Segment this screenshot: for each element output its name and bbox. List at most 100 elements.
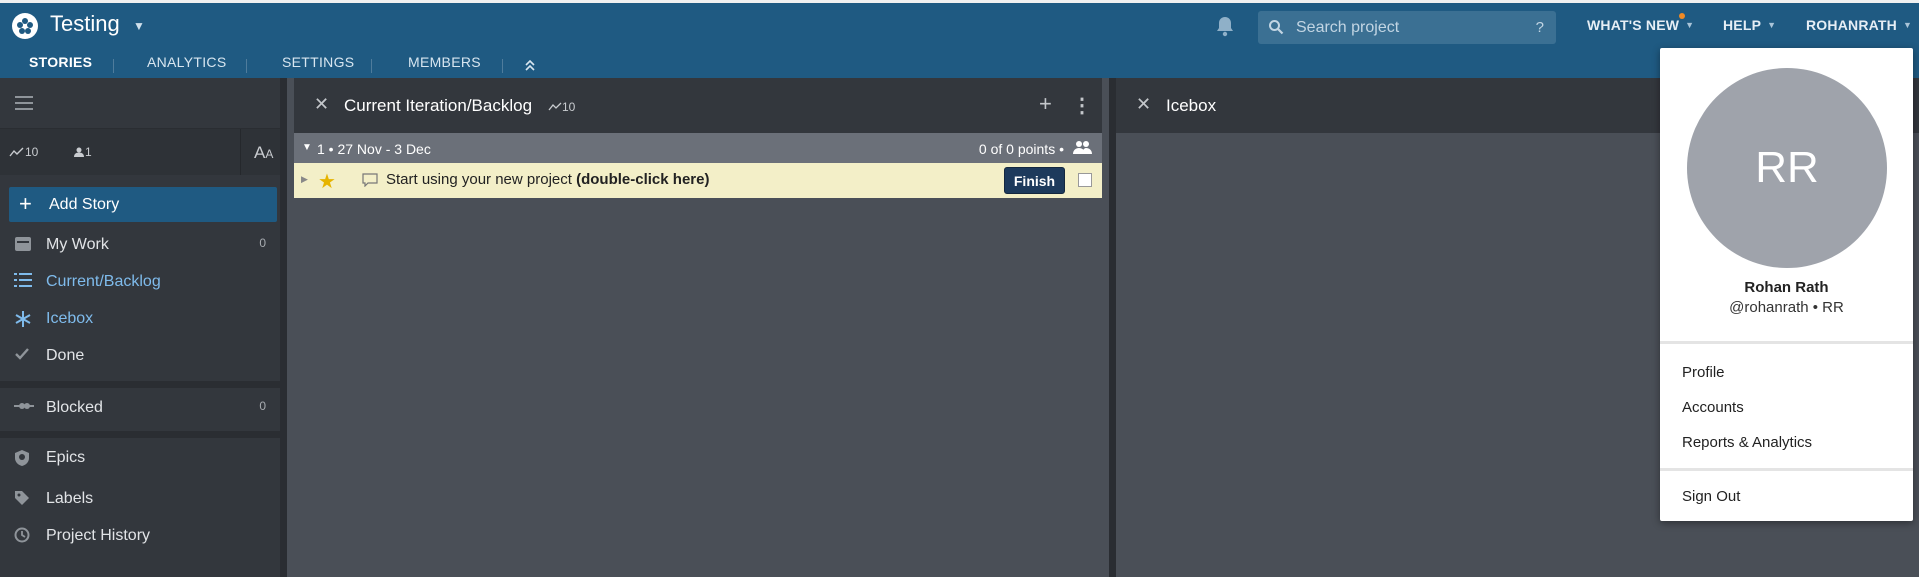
snowflake-icon (14, 310, 34, 328)
menu-item-sign-out[interactable]: Sign Out (1682, 488, 1740, 505)
sidebar-item-blocked[interactable]: Blocked 0 (0, 393, 280, 423)
more-options-icon[interactable]: ⋮ (1072, 93, 1092, 118)
add-story-label: Add Story (49, 196, 120, 213)
story-row[interactable]: ▶ ★ Start using your new project (double… (294, 163, 1102, 198)
help-menu[interactable]: HELP ▼ (1723, 17, 1776, 33)
sidebar-item-label: Blocked (46, 399, 103, 416)
velocity-value: 10 (562, 100, 576, 114)
search-help-icon[interactable]: ? (1536, 19, 1544, 36)
check-icon (14, 347, 34, 365)
user-full-name: Rohan Rath (1744, 279, 1829, 296)
whats-new-menu[interactable]: WHAT'S NEW ▼ (1587, 17, 1694, 33)
chevron-down-icon: ▼ (1902, 20, 1913, 30)
list-icon (14, 273, 34, 291)
backlog-panel-header: ✕ Current Iteration/Backlog 10 + ⋮ (294, 78, 1102, 133)
sidebar-item-current-backlog[interactable]: Current/Backlog (0, 267, 280, 297)
user-label: ROHANRATH (1806, 17, 1897, 33)
divider (1660, 468, 1913, 471)
sidebar-item-project-history[interactable]: Project History (0, 521, 280, 551)
sidebar-item-icebox[interactable]: Icebox (0, 304, 280, 334)
tab-settings[interactable]: SETTINGS (282, 54, 354, 70)
tab-divider (113, 59, 114, 73)
comment-icon (362, 173, 378, 192)
backlog-panel: ✕ Current Iteration/Backlog 10 + ⋮ ▼ 1 •… (294, 78, 1102, 577)
avatar: RR (1687, 68, 1887, 268)
expand-story-icon[interactable]: ▶ (301, 174, 308, 185)
shield-icon (14, 449, 34, 467)
user-menu-dropdown: RR Rohan Rath @rohanrath • RR Profile Ac… (1660, 48, 1913, 521)
add-story-button[interactable]: + Add Story (9, 187, 277, 222)
story-text: Start using your new project (386, 171, 572, 188)
user-handle: @rohanrath • RR (1729, 299, 1844, 316)
menu-item-profile[interactable]: Profile (1682, 364, 1725, 381)
add-story-icon[interactable]: + (1039, 91, 1052, 117)
velocity-stat: 10 (9, 145, 38, 159)
story-hint: (double-click here) (576, 171, 710, 188)
tab-stories[interactable]: STORIES (29, 54, 92, 70)
user-menu[interactable]: ROHANRATH ▼ (1806, 17, 1912, 33)
close-panel-icon[interactable]: ✕ (1136, 94, 1151, 115)
sidebar-item-label: Done (46, 347, 85, 364)
star-feature-icon: ★ (318, 171, 336, 193)
sidebar-item-label: My Work (46, 236, 109, 253)
divider (0, 431, 280, 438)
iteration-points: 0 of 0 points • (978, 141, 1064, 157)
sidebar-item-labels[interactable]: Labels (0, 484, 280, 514)
panel-title: Icebox (1166, 96, 1217, 115)
collapse-triangle-icon[interactable]: ▼ (302, 142, 312, 153)
sidebar-item-count: 0 (259, 236, 266, 250)
tab-members[interactable]: MEMBERS (408, 54, 481, 70)
search-icon (1268, 19, 1284, 40)
tab-divider (502, 59, 503, 73)
iteration-header[interactable]: ▼ 1 • 27 Nov - 3 Dec 0 of 0 points • (294, 133, 1102, 163)
project-title[interactable]: Testing (50, 11, 120, 37)
sidebar-item-done[interactable]: Done (0, 341, 280, 371)
story-title: Start using your new project (double-cli… (386, 171, 709, 188)
velocity-value: 10 (25, 145, 39, 159)
tab-divider (246, 59, 247, 73)
notification-dot (1679, 13, 1685, 19)
search-placeholder: Search project (1296, 19, 1400, 36)
panel-title: Current Iteration/Backlog (344, 96, 533, 115)
finish-button[interactable]: Finish (1004, 167, 1065, 194)
sidebar-item-my-work[interactable]: My Work 0 (0, 230, 280, 260)
chevron-down-icon: ▼ (1767, 20, 1777, 30)
tab-divider (371, 59, 372, 73)
sidebar-stats: 10 1 AA (0, 129, 280, 175)
help-label: HELP (1723, 17, 1762, 33)
sidebar-item-label: Project History (46, 527, 151, 544)
story-select-checkbox[interactable] (1078, 173, 1092, 187)
tag-icon (14, 490, 34, 508)
iteration-label: 1 • 27 Nov - 3 Dec (317, 141, 431, 157)
divider (1660, 341, 1913, 344)
sidebar-item-label: Epics (46, 449, 86, 466)
plus-icon: + (19, 191, 32, 216)
menu-item-reports-analytics[interactable]: Reports & Analytics (1682, 434, 1812, 451)
sidebar-item-count: 0 (259, 399, 266, 413)
project-logo-icon[interactable] (12, 13, 38, 39)
sidebar-item-epics[interactable]: Epics (0, 443, 280, 473)
project-dropdown-chevron-icon[interactable]: ▼ (133, 19, 145, 33)
sidebar-item-label: Icebox (46, 310, 94, 327)
inbox-icon (14, 236, 34, 254)
menu-item-accounts[interactable]: Accounts (1682, 399, 1744, 416)
hamburger-menu-icon[interactable] (15, 96, 33, 115)
chevron-down-icon: ▼ (1685, 20, 1695, 30)
text-size-toggle[interactable]: AA (240, 129, 280, 175)
collapse-tabs-icon[interactable] (523, 58, 537, 77)
whats-new-label: WHAT'S NEW (1587, 17, 1680, 33)
clock-icon (14, 527, 34, 545)
sidebar: 10 1 AA + Add Story My Work 0 Current/Ba… (0, 78, 287, 577)
top-bar: Testing ▼ Search project ? WHAT'S NEW ▼ H… (0, 0, 1919, 81)
divider (0, 381, 280, 388)
velocity-indicator: 10 (548, 100, 575, 114)
members-stat[interactable]: 1 (73, 145, 92, 159)
close-panel-icon[interactable]: ✕ (314, 94, 329, 115)
sidebar-item-label: Labels (46, 490, 94, 507)
team-members-icon[interactable] (1072, 140, 1092, 159)
tab-analytics[interactable]: ANALYTICS (147, 54, 226, 70)
search-input[interactable]: Search project ? (1258, 11, 1556, 44)
sidebar-item-label: Current/Backlog (46, 273, 161, 290)
notifications-bell-icon[interactable] (1215, 15, 1237, 37)
members-value: 1 (85, 145, 92, 159)
